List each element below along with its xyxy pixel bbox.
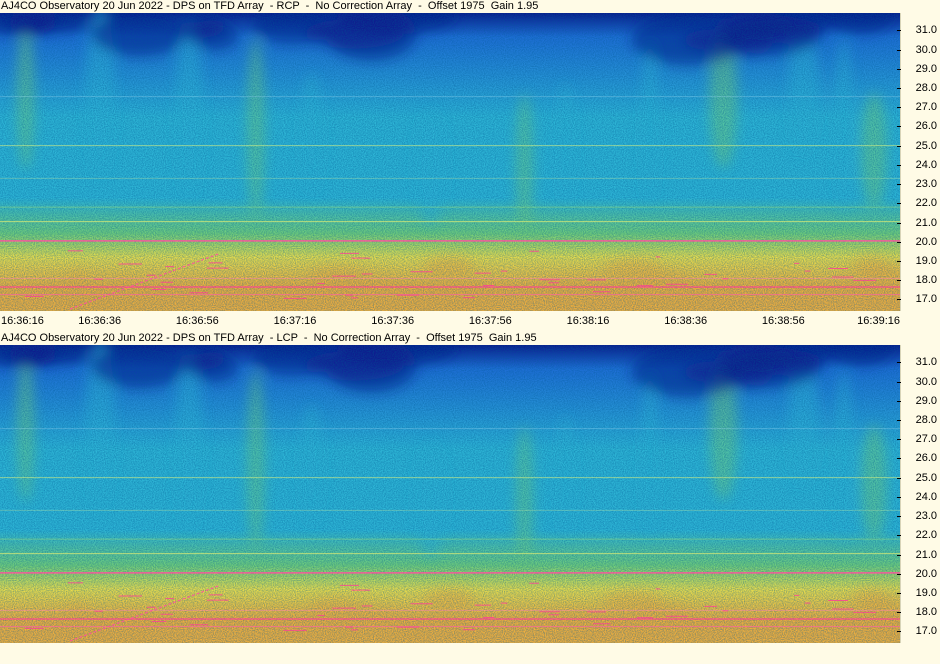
y-tick-label: 20.0: [897, 236, 937, 248]
y-tick-label: 31.0: [897, 24, 937, 36]
x-tick-label: 16:38:56: [761, 315, 805, 327]
y-tick-label: 23.0: [897, 510, 937, 522]
y-tick-label: 24.0: [897, 491, 937, 503]
panel-title-lcp: AJ4CO Observatory 20 Jun 2022 - DPS on T…: [1, 332, 537, 344]
y-tick-label: 19.0: [897, 587, 937, 599]
y-tick-label: 17.0: [897, 625, 937, 637]
x-tick-label: 16:36:16: [1, 315, 44, 327]
spectrogram-canvas: [0, 345, 900, 643]
y-tick-label: 22.0: [897, 529, 937, 541]
x-tick-label: 16:36:36: [78, 315, 122, 327]
y-tick-label: 17.0: [897, 293, 937, 305]
y-tick-label: 22.0: [897, 197, 937, 209]
y-tick-label: 26.0: [897, 452, 937, 464]
x-tick-label: 16:39:16: [857, 315, 900, 327]
time-axis-rcp: 16:36:16 16:36:36 16:36:56 16:37:16 16:37:36…: [0, 313, 940, 329]
x-tick-label: 16:37:16: [273, 315, 317, 327]
y-tick-label: 18.0: [897, 274, 937, 286]
y-tick-label: 30.0: [897, 376, 937, 388]
y-tick-label: 23.0: [897, 178, 937, 190]
time-axis-lcp: [0, 645, 940, 664]
y-tick-label: 25.0: [897, 472, 937, 484]
x-tick-label: 16:37:36: [371, 315, 415, 327]
y-tick-label: 21.0: [897, 549, 937, 561]
y-tick-label: 18.0: [897, 606, 937, 618]
spectrogram-rcp: [0, 13, 900, 311]
x-tick-label: 16:38:36: [664, 315, 708, 327]
frequency-axis-lcp: 31.0 30.0 29.0 28.0 27.0 26.0 25.0 24.0 23.0 22.0…: [897, 345, 940, 643]
y-tick-label: 29.0: [897, 63, 937, 75]
y-tick-label: 28.0: [897, 414, 937, 426]
spectrogram-canvas: [0, 13, 900, 311]
y-tick-label: 30.0: [897, 44, 937, 56]
x-tick-label: 16:36:56: [175, 315, 219, 327]
x-tick-label: 16:37:56: [468, 315, 512, 327]
frequency-axis-rcp: 31.0 30.0 29.0 28.0 27.0 26.0 25.0 24.0 23.0 22.0…: [897, 13, 940, 311]
speckle-noise: [0, 13, 900, 311]
spectrogram-lcp: [0, 345, 900, 643]
y-tick-label: 21.0: [897, 217, 937, 229]
y-tick-label: 25.0: [897, 140, 937, 152]
y-tick-label: 28.0: [897, 82, 937, 94]
panel-title-rcp: AJ4CO Observatory 20 Jun 2022 - DPS on T…: [1, 0, 539, 12]
y-tick-label: 19.0: [897, 255, 937, 267]
speckle-noise: [0, 345, 900, 643]
y-tick-label: 27.0: [897, 433, 937, 445]
x-tick-label: 16:38:16: [566, 315, 610, 327]
y-tick-label: 24.0: [897, 159, 937, 171]
y-tick-label: 20.0: [897, 568, 937, 580]
y-tick-label: 27.0: [897, 101, 937, 113]
y-tick-label: 29.0: [897, 395, 937, 407]
y-tick-label: 31.0: [897, 356, 937, 368]
y-tick-label: 26.0: [897, 120, 937, 132]
